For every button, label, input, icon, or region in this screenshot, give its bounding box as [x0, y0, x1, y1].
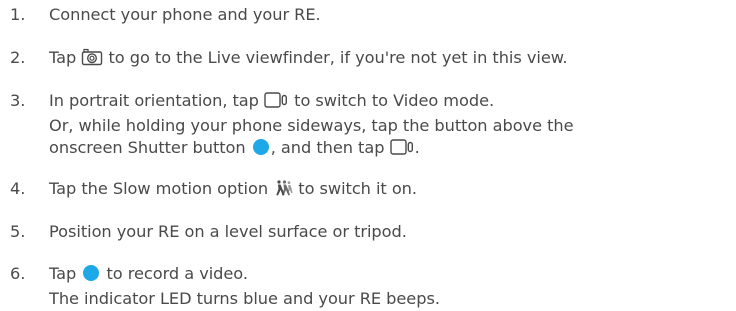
step-number: 4.	[10, 179, 26, 198]
step-number: 1.	[10, 5, 26, 24]
video-mode-icon	[389, 138, 415, 156]
camera-icon	[81, 48, 103, 66]
step-note-text: onscreen Shutter button	[49, 138, 246, 157]
slow-motion-icon	[273, 179, 293, 197]
step-text: Position your RE on a level surface or t…	[49, 222, 407, 241]
step-number: 6.	[10, 264, 26, 283]
video-mode-icon	[264, 91, 289, 109]
step-number: 2.	[10, 48, 26, 67]
step-number: 3.	[10, 91, 26, 110]
step-text: Tap	[49, 48, 77, 67]
step-note-text: Or, while holding your phone sideways, t…	[49, 116, 574, 135]
instruction-list: 1. Connect your phone and your RE. 2. Ta…	[0, 0, 736, 311]
step-note-period: .	[414, 138, 420, 157]
step-number: 5.	[10, 222, 26, 241]
step-text-continued: to go to the Live viewfinder, if you're …	[108, 48, 568, 67]
step-note-text-continued: , and then tap	[270, 138, 385, 157]
shutter-button-icon	[251, 138, 271, 156]
step-text-continued: to switch it on.	[298, 179, 417, 198]
step-text-continued: to record a video.	[106, 264, 248, 283]
step-text-continued: to switch to Video mode.	[294, 91, 495, 110]
step-text: In portrait orientation, tap	[49, 91, 259, 110]
step-text: Tap the Slow motion option	[49, 179, 269, 198]
shutter-button-icon	[81, 264, 101, 282]
step-text: Connect your phone and your RE.	[49, 5, 321, 24]
step-note-text: The indicator LED turns blue and your RE…	[49, 289, 440, 308]
step-text: Tap	[49, 264, 77, 283]
